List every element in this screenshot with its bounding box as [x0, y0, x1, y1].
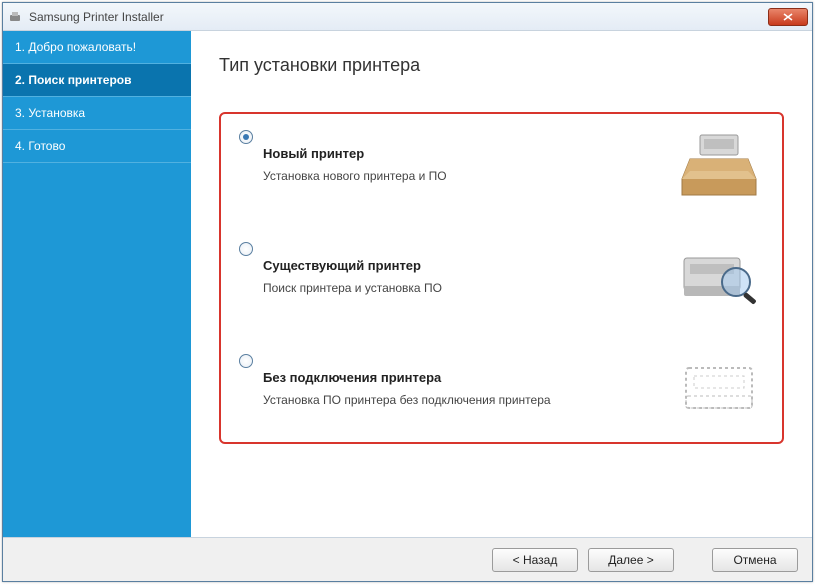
option-desc: Установка нового принтера и ПО	[263, 169, 662, 183]
titlebar: Samsung Printer Installer	[3, 3, 812, 31]
window-title: Samsung Printer Installer	[29, 10, 768, 24]
app-icon	[7, 9, 23, 25]
main-panel: Тип установки принтера Новый принтер Уст…	[191, 31, 812, 537]
close-button[interactable]	[768, 8, 808, 26]
option-title: Существующий принтер	[263, 258, 662, 273]
printer-outline-icon	[674, 352, 764, 424]
installer-window: Samsung Printer Installer 1. Добро пожал…	[2, 2, 813, 582]
radio-new-printer[interactable]	[239, 130, 253, 144]
option-no-connection[interactable]: Без подключения принтера Установка ПО пр…	[239, 352, 764, 424]
option-title: Новый принтер	[263, 146, 662, 161]
option-desc: Поиск принтера и установка ПО	[263, 281, 662, 295]
sidebar-step-welcome[interactable]: 1. Добро пожаловать!	[3, 31, 191, 64]
radio-no-connection[interactable]	[239, 354, 253, 368]
option-desc: Установка ПО принтера без подключения пр…	[263, 393, 662, 407]
page-title: Тип установки принтера	[219, 55, 784, 76]
option-text: Новый принтер Установка нового принтера …	[263, 146, 674, 183]
printer-in-box-icon	[674, 128, 764, 200]
radio-existing-printer[interactable]	[239, 242, 253, 256]
option-title: Без подключения принтера	[263, 370, 662, 385]
sidebar-step-done[interactable]: 4. Готово	[3, 130, 191, 163]
cancel-button[interactable]: Отмена	[712, 548, 798, 572]
option-text: Существующий принтер Поиск принтера и ус…	[263, 258, 674, 295]
option-new-printer[interactable]: Новый принтер Установка нового принтера …	[239, 128, 764, 200]
option-text: Без подключения принтера Установка ПО пр…	[263, 370, 674, 407]
option-existing-printer[interactable]: Существующий принтер Поиск принтера и ус…	[239, 240, 764, 312]
sidebar: 1. Добро пожаловать! 2. Поиск принтеров …	[3, 31, 191, 537]
printer-magnify-icon	[674, 240, 764, 312]
footer: < Назад Далее > Отмена	[3, 537, 812, 581]
body: 1. Добро пожаловать! 2. Поиск принтеров …	[3, 31, 812, 537]
sidebar-step-install[interactable]: 3. Установка	[3, 97, 191, 130]
back-button[interactable]: < Назад	[492, 548, 578, 572]
sidebar-step-search[interactable]: 2. Поиск принтеров	[3, 64, 191, 97]
next-button[interactable]: Далее >	[588, 548, 674, 572]
options-highlight-box: Новый принтер Установка нового принтера …	[219, 112, 784, 444]
